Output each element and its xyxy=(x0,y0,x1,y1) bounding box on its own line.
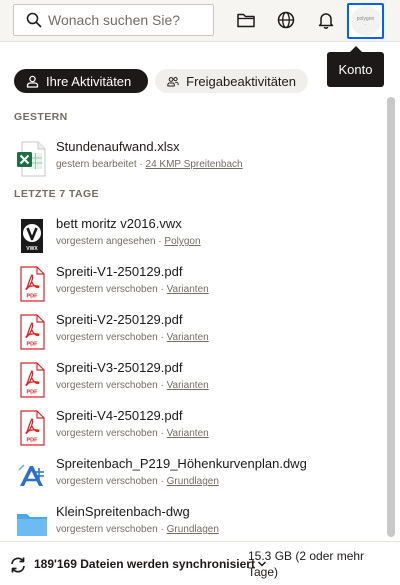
list-item[interactable]: PDF Spreiti-V3-250129.pdf vorgestern ver… xyxy=(0,358,384,402)
pdf-icon: PDF xyxy=(20,314,45,350)
svg-text:PDF: PDF xyxy=(27,390,39,396)
sync-status-text[interactable]: 189'169 Dateien werden synchronisiert xyxy=(34,557,256,571)
user-icon xyxy=(26,75,39,88)
file-meta: vorgestern verschoben · Varianten xyxy=(56,284,209,295)
scrollbar[interactable] xyxy=(386,97,396,537)
folder-link[interactable]: Polygon xyxy=(164,236,200,247)
file-name: KleinSpreitenbach-dwg xyxy=(56,504,190,519)
folder-link[interactable]: Grundlagen xyxy=(167,476,219,487)
search-input[interactable] xyxy=(48,6,198,34)
top-bar: polygon — xyxy=(0,0,400,42)
svg-text:PDF: PDF xyxy=(27,342,39,348)
section-header-last-7-days: LETZTE 7 TAGE xyxy=(14,188,99,200)
svg-text:VWX: VWX xyxy=(26,246,38,252)
folder-link[interactable]: Varianten xyxy=(167,380,209,391)
search-icon xyxy=(26,12,42,28)
svg-text:PDF: PDF xyxy=(27,438,39,444)
svg-text:PDF: PDF xyxy=(27,294,39,300)
sync-icon xyxy=(11,557,25,573)
file-name: Stundenaufwand.xlsx xyxy=(56,139,180,154)
users-icon xyxy=(167,76,179,86)
folder-link[interactable]: Varianten xyxy=(167,332,209,343)
file-name: Spreiti-V3-250129.pdf xyxy=(56,360,183,375)
activity-list: GESTERN Stundenaufwand.xlsx gestern bear… xyxy=(0,100,384,540)
list-item[interactable]: KleinSpreitenbach-dwg vorgestern verscho… xyxy=(0,502,384,540)
vectorworks-icon: VWX xyxy=(21,219,43,253)
folder-link[interactable]: 24 KMP Spreitenbach xyxy=(146,159,243,170)
list-item[interactable]: PDF Spreiti-V1-250129.pdf vorgestern ver… xyxy=(0,262,384,306)
section-header-yesterday: GESTERN xyxy=(14,111,68,123)
list-item[interactable]: PDF Spreiti-V2-250129.pdf vorgestern ver… xyxy=(0,310,384,354)
account-button[interactable]: polygon — xyxy=(347,3,384,39)
file-name: Spreitenbach_P219_Höhenkurvenplan.dwg xyxy=(56,456,307,471)
file-name: Spreiti-V2-250129.pdf xyxy=(56,312,183,327)
account-tooltip: Konto xyxy=(327,46,384,87)
storage-status-text: 15.3 GB (2 oder mehr Tage) xyxy=(248,549,365,579)
status-bar: 189'169 Dateien werden synchronisiert 15… xyxy=(0,541,400,585)
globe-button[interactable] xyxy=(275,9,297,31)
folder-link[interactable]: Varianten xyxy=(167,284,209,295)
list-item[interactable]: PDF Spreiti-V4-250129.pdf vorgestern ver… xyxy=(0,406,384,450)
pdf-icon: PDF xyxy=(20,362,45,398)
file-meta: vorgestern verschoben · Varianten xyxy=(56,332,209,343)
folder-link[interactable]: Grundlagen xyxy=(167,524,219,535)
notifications-button[interactable] xyxy=(315,9,337,31)
list-item[interactable]: VWX bett moritz v2016.vwx vorgestern ang… xyxy=(0,214,384,258)
tab-label: Ihre Aktivitäten xyxy=(46,73,132,89)
bell-icon xyxy=(318,13,334,29)
folder-button[interactable] xyxy=(235,9,257,31)
tab-sharing-activities[interactable]: Freigabeaktivitäten xyxy=(155,69,308,93)
file-name: Spreiti-V4-250129.pdf xyxy=(56,408,183,423)
list-item[interactable]: Stundenaufwand.xlsx gestern bearbeitet ·… xyxy=(0,137,384,181)
globe-icon xyxy=(277,11,295,29)
search-box[interactable] xyxy=(13,4,214,36)
folder-link[interactable]: Varianten xyxy=(167,428,209,439)
file-name: Spreiti-V1-250129.pdf xyxy=(56,264,183,279)
pdf-icon: PDF xyxy=(20,410,45,446)
dwg-icon xyxy=(18,464,44,486)
list-item[interactable]: Spreitenbach_P219_Höhenkurvenplan.dwg vo… xyxy=(0,454,384,498)
tab-your-activities[interactable]: Ihre Aktivitäten xyxy=(14,69,148,93)
file-meta: vorgestern angesehen · Polygon xyxy=(56,236,201,247)
excel-icon xyxy=(17,141,46,177)
tab-label: Freigabeaktivitäten xyxy=(186,73,296,89)
folder-icon xyxy=(237,13,255,28)
file-meta: vorgestern verschoben · Grundlagen xyxy=(56,476,219,487)
folder-blue-icon xyxy=(17,514,47,536)
file-meta: vorgestern verschoben · Grundlagen xyxy=(56,524,219,535)
file-meta: gestern bearbeitet · 24 KMP Spreitenbach xyxy=(56,159,243,170)
file-meta: vorgestern verschoben · Varianten xyxy=(56,428,209,439)
pdf-icon: PDF xyxy=(20,266,45,302)
avatar: polygon — xyxy=(350,6,381,36)
scrollbar-thumb[interactable] xyxy=(387,97,395,537)
file-meta: vorgestern verschoben · Varianten xyxy=(56,380,209,391)
file-name: bett moritz v2016.vwx xyxy=(56,216,182,231)
